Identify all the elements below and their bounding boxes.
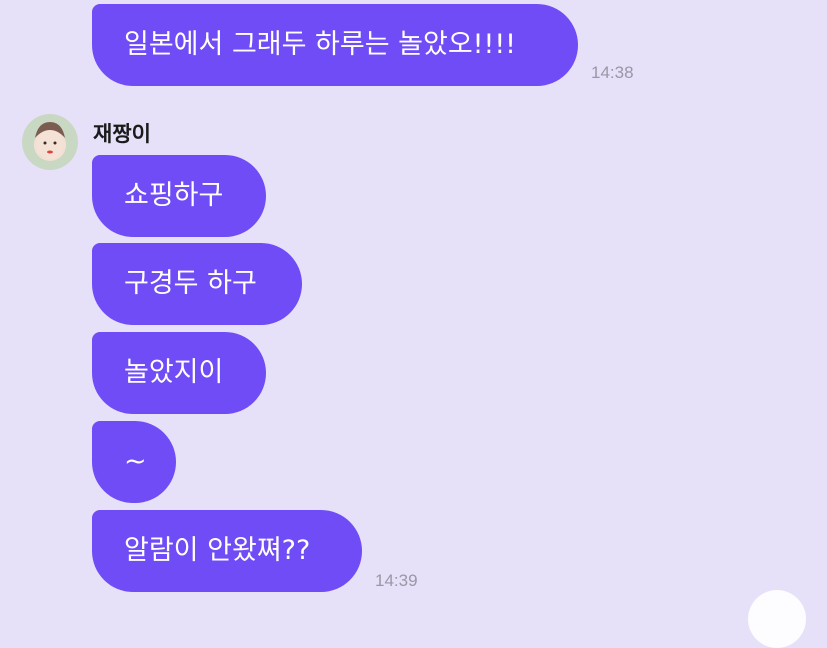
message-bubble[interactable]: ~ bbox=[92, 421, 176, 503]
message-bubble[interactable]: 놀았지이 bbox=[92, 332, 266, 414]
message-bubble[interactable]: 일본에서 그래두 하루는 놀았오!!!! bbox=[92, 4, 578, 86]
message-bubble[interactable]: 알람이 안왔쪄?? bbox=[92, 510, 362, 592]
scroll-down-button[interactable] bbox=[748, 590, 806, 648]
message-timestamp: 14:39 bbox=[375, 571, 418, 590]
avatar[interactable] bbox=[22, 114, 78, 170]
message-bubble[interactable]: 쇼핑하구 bbox=[92, 155, 266, 237]
message-timestamp: 14:38 bbox=[591, 63, 634, 82]
message-bubble[interactable]: 구경두 하구 bbox=[92, 243, 302, 325]
sender-name: 재짱이 bbox=[93, 122, 151, 146]
avatar-photo bbox=[35, 122, 65, 159]
